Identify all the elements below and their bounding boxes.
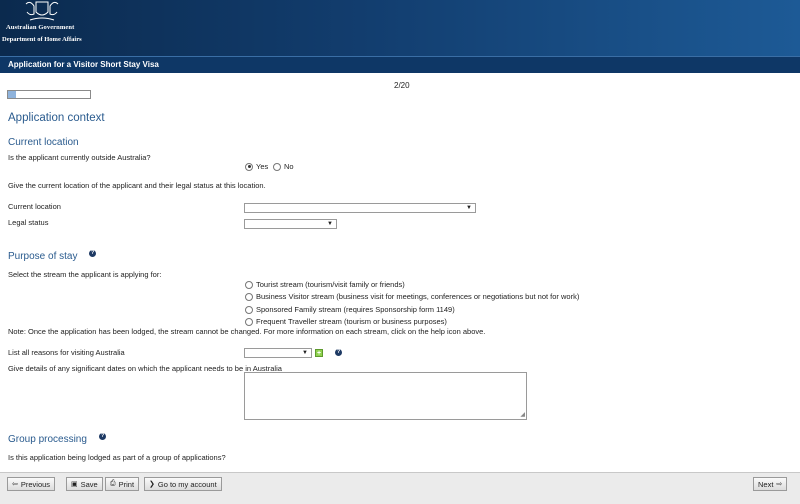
- next-arrow-icon: ⇨: [776, 481, 783, 488]
- save-button[interactable]: ▣ Save: [66, 477, 103, 491]
- save-icon: ▣: [71, 481, 78, 488]
- outside-australia-question: Is the applicant currently outside Austr…: [8, 153, 151, 162]
- go-to-account-button[interactable]: ❯ Go to my account: [144, 477, 222, 491]
- header-banner: Australian Government Department of Home…: [0, 0, 800, 56]
- department-name: Department of Home Affairs: [2, 36, 82, 43]
- current-location-label: Current location: [8, 202, 61, 211]
- radio-no-label: No: [284, 162, 294, 171]
- stream-option-business[interactable]: Business Visitor stream (business visit …: [245, 292, 579, 301]
- stream-option-frequent[interactable]: Frequent Traveller stream (tourism or bu…: [245, 317, 447, 326]
- print-icon: ⎙: [110, 480, 116, 487]
- page-counter: 2/20: [394, 81, 410, 90]
- progress-bar: [7, 90, 91, 99]
- previous-button[interactable]: ⇦ Previous: [7, 477, 56, 491]
- group-question: Is this application being lodged as part…: [8, 453, 226, 462]
- radio-yes[interactable]: [245, 162, 253, 171]
- previous-arrow-icon: ⇦: [12, 481, 18, 488]
- dates-label: Give details of any significant dates on…: [8, 364, 282, 373]
- dropdown-arrow-icon: ▼: [302, 350, 308, 356]
- stream-option-tourist[interactable]: Tourist stream (tourism/visit family or …: [245, 280, 405, 289]
- stream-option-sponsored[interactable]: Sponsored Family stream (requires Sponso…: [245, 305, 455, 314]
- chevron-right-icon: ❯: [149, 481, 155, 488]
- radio-yes-label: Yes: [256, 162, 269, 171]
- location-instruction: Give the current location of the applica…: [8, 181, 266, 190]
- radio-no[interactable]: [273, 162, 281, 171]
- radio-frequent[interactable]: [245, 317, 253, 326]
- radio-sponsored[interactable]: [245, 305, 253, 314]
- next-button[interactable]: Next ⇨: [753, 477, 788, 491]
- radio-business[interactable]: [245, 292, 253, 301]
- page-title: Application context: [8, 112, 105, 124]
- resize-handle-icon[interactable]: ◢: [520, 412, 525, 418]
- help-icon[interactable]: ?: [99, 433, 106, 440]
- dropdown-arrow-icon: ▼: [466, 205, 472, 211]
- help-icon[interactable]: ?: [335, 349, 342, 356]
- stream-question: Select the stream the applicant is apply…: [8, 270, 162, 279]
- progress-fill: [8, 91, 17, 98]
- government-name: Australian Government: [6, 24, 75, 31]
- stream-note: Note: Once the application has been lodg…: [8, 327, 486, 336]
- section-current-location: Current location: [8, 137, 79, 148]
- dropdown-arrow-icon: ▼: [327, 221, 333, 227]
- radio-no-option[interactable]: No: [273, 162, 294, 171]
- legal-status-label: Legal status: [8, 218, 49, 227]
- help-icon[interactable]: ?: [89, 250, 96, 257]
- reasons-label: List all reasons for visiting Australia: [8, 348, 125, 357]
- section-group-processing: Group processing: [8, 434, 87, 445]
- current-location-select[interactable]: ▼: [244, 203, 476, 213]
- legal-status-select[interactable]: ▼: [244, 219, 337, 229]
- form-title-bar: Application for a Visitor Short Stay Vis…: [0, 56, 800, 73]
- radio-tourist[interactable]: [245, 280, 253, 289]
- reasons-select[interactable]: ▼: [244, 348, 312, 358]
- form-title: Application for a Visitor Short Stay Vis…: [8, 60, 159, 69]
- section-purpose-of-stay: Purpose of stay: [8, 251, 78, 262]
- dates-textarea[interactable]: ◢: [244, 372, 527, 420]
- add-icon[interactable]: +: [315, 349, 323, 357]
- footer-toolbar: ⇦ Previous ▣ Save ⎙ Print ❯ Go to my acc…: [0, 472, 800, 504]
- coat-of-arms-icon: [25, 1, 59, 21]
- radio-yes-option[interactable]: Yes: [245, 162, 268, 171]
- print-button[interactable]: ⎙ Print: [105, 477, 140, 491]
